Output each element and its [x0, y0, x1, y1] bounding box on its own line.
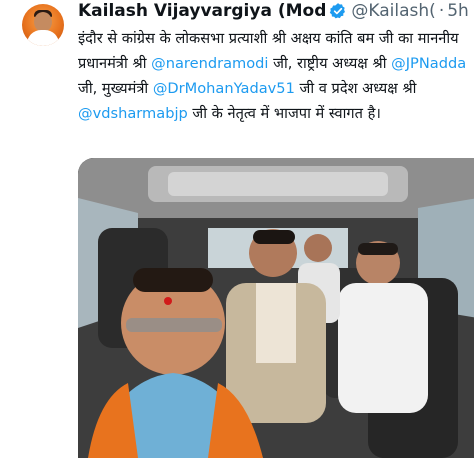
author-avatar[interactable]	[22, 4, 64, 46]
tweet-text-segment: जी, राष्ट्रीय अध्यक्ष श्री	[268, 55, 392, 72]
tweet-timestamp[interactable]: 5h	[447, 1, 469, 21]
mention-link[interactable]: @JPNadda	[391, 55, 466, 72]
tweet-text-segment: जी के नेतृत्व में भाजपा में स्वागत है।	[187, 105, 381, 122]
tweet-photo[interactable]	[78, 158, 474, 458]
tweet-text: इंदौर से कांग्रेस के लोकसभा प्रत्याशी श्…	[78, 26, 470, 126]
author-handle[interactable]: @Kailash(	[351, 1, 435, 21]
mention-link[interactable]: @DrMohanYadav51	[153, 80, 295, 97]
avatar-face	[34, 12, 52, 32]
verified-badge-icon	[330, 3, 346, 19]
tweet-text-segment: जी, मुख्यमंत्री	[78, 80, 153, 97]
header-separator: ·	[438, 1, 445, 21]
mention-link[interactable]: @vdsharmabjp	[78, 105, 188, 122]
tweet-text-segment: जी व प्रदेश अध्यक्ष श्री	[294, 80, 417, 97]
avatar-body	[27, 30, 59, 46]
car-selfie-photo	[78, 158, 474, 458]
mention-link[interactable]: @narendramodi	[151, 55, 268, 72]
author-name[interactable]: Kailash Vijayvargiya (Mod	[78, 1, 326, 21]
tweet-header: Kailash Vijayvargiya (Mod @Kailash( · 5h	[78, 0, 474, 22]
